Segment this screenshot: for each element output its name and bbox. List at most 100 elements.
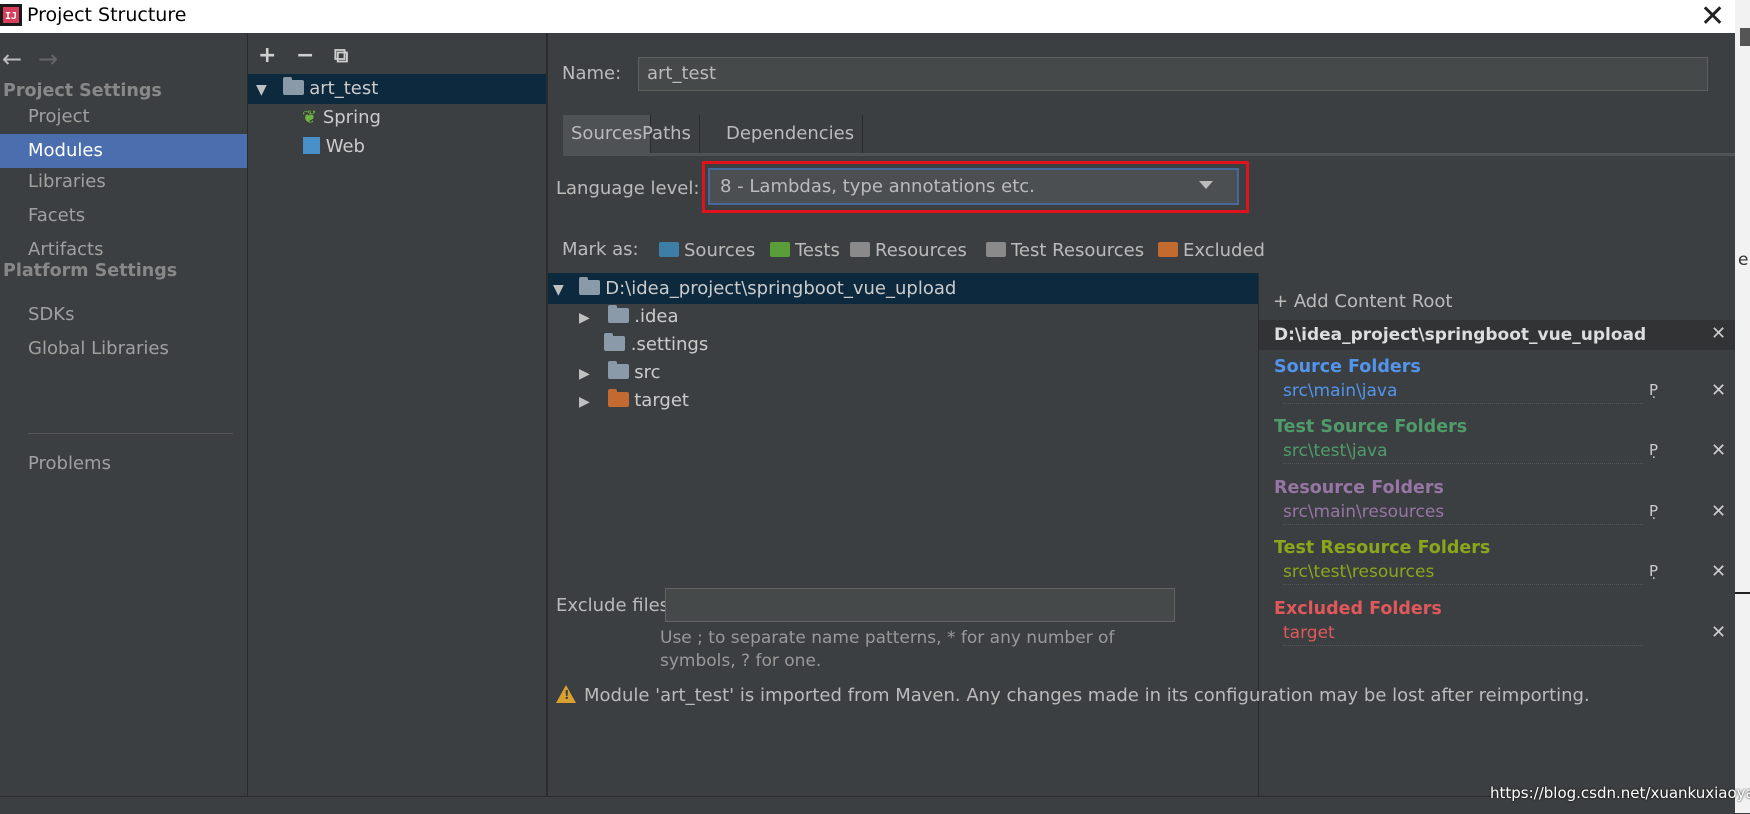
test-resource-folders-title: Test Resource Folders	[1274, 538, 1491, 558]
mark-excluded-button[interactable]: Excluded	[1158, 240, 1265, 261]
facet-name: Web	[325, 136, 365, 157]
excluded-folder-icon	[1158, 242, 1178, 257]
watermark: https://blog.csdn.net/xuankuxiaoyao	[1490, 784, 1750, 802]
sidebar-item-global-libraries[interactable]: Global Libraries	[0, 332, 247, 366]
mark-label: Sources	[684, 240, 756, 261]
content-root-header: D:\idea_project\springboot_vue_upload	[1259, 320, 1735, 350]
close-icon[interactable]: ✕	[1711, 561, 1726, 582]
expand-right-icon[interactable]: ▶	[579, 387, 590, 418]
test-resources-folder-icon	[986, 242, 1006, 257]
folder-name: D:\idea_project\springboot_vue_upload	[605, 278, 957, 299]
add-content-root-button[interactable]: + Add Content Root	[1273, 291, 1452, 312]
warning-text: Module 'art_test' is imported from Maven…	[584, 685, 1590, 706]
name-label: Name:	[562, 63, 622, 84]
close-icon[interactable]: ✕	[1711, 440, 1726, 461]
tree-item-web[interactable]: Web	[248, 132, 546, 162]
source-folders-title: Source Folders	[1274, 357, 1421, 377]
properties-icon[interactable]: P̣	[1649, 502, 1658, 520]
mark-resources-button[interactable]: Resources	[850, 240, 967, 261]
mark-tests-button[interactable]: Tests	[770, 240, 840, 261]
close-icon[interactable]: ✕	[1711, 501, 1726, 522]
sidebar-item-facets[interactable]: Facets	[0, 199, 247, 233]
back-arrow-icon[interactable]: ←	[2, 45, 22, 73]
sources-folder-icon	[659, 242, 679, 257]
settings-sidebar: ← → Project Settings Project Modules Lib…	[0, 33, 247, 796]
sidebar-item-project[interactable]: Project	[0, 100, 247, 134]
add-icon[interactable]: +	[258, 43, 276, 68]
tree-row-target[interactable]: ▶ target	[548, 385, 1258, 416]
excluded-folder-path[interactable]: target	[1283, 623, 1643, 646]
tab-paths[interactable]: Paths	[634, 115, 700, 153]
sidebar-item-sdks[interactable]: SDKs	[0, 298, 247, 332]
mark-label: Test Resources	[1011, 240, 1145, 261]
expand-down-icon[interactable]: ▼	[256, 75, 267, 105]
mark-test-resources-button[interactable]: Test Resources	[986, 240, 1144, 261]
intellij-app-icon: IJ	[0, 4, 22, 26]
test-resource-folder-path[interactable]: src\test\resources	[1283, 562, 1643, 585]
exclude-files-label: Exclude files:	[556, 595, 676, 616]
remove-root-close-icon[interactable]: ✕	[1711, 323, 1726, 344]
language-level-label: Language level:	[556, 178, 700, 199]
folder-icon	[607, 361, 629, 379]
remove-icon[interactable]: −	[296, 43, 314, 68]
folder-name: .settings	[630, 334, 709, 355]
properties-icon[interactable]: P̣	[1649, 381, 1658, 399]
title-bar: IJ Project Structure ✕	[0, 0, 1735, 34]
window-title: Project Structure	[27, 4, 187, 26]
mark-label: Tests	[795, 240, 840, 261]
sidebar-item-modules[interactable]: Modules	[0, 134, 247, 168]
project-settings-heading: Project Settings	[3, 81, 162, 101]
exclude-hint: Use ; to separate name patterns, * for a…	[660, 628, 1115, 671]
folder-icon	[578, 277, 600, 295]
tree-row-root[interactable]: ▼ D:\idea_project\springboot_vue_upload	[548, 273, 1258, 304]
close-icon[interactable]: ✕	[1711, 622, 1726, 643]
platform-settings-heading: Platform Settings	[3, 261, 178, 281]
mark-as-label: Mark as:	[562, 239, 639, 260]
close-icon[interactable]: ✕	[1700, 0, 1725, 34]
name-input[interactable]: art_test	[638, 57, 1708, 91]
folder-name: target	[634, 390, 689, 411]
facet-name: Spring	[322, 107, 381, 128]
source-folder-path[interactable]: src\main\java	[1283, 381, 1643, 404]
module-tree-panel: + − ⧉ ▼ art_test ❦ Spring Web	[248, 33, 546, 796]
sidebar-divider	[28, 433, 233, 434]
mark-sources-button[interactable]: Sources	[659, 240, 755, 261]
folder-name: .idea	[634, 306, 679, 327]
resource-folder-path[interactable]: src\main\resources	[1283, 502, 1643, 525]
bottom-bar	[0, 796, 1735, 814]
web-icon	[303, 137, 320, 154]
properties-icon[interactable]: P̣	[1649, 562, 1658, 580]
tree-item-art-test[interactable]: ▼ art_test	[248, 74, 546, 104]
exclude-files-input[interactable]	[665, 588, 1175, 622]
folder-name: src	[634, 362, 661, 383]
close-icon[interactable]: ✕	[1711, 380, 1726, 401]
tree-row-settings[interactable]: .settings	[548, 329, 1258, 360]
plus-icon: +	[1273, 291, 1294, 312]
tree-item-spring[interactable]: ❦ Spring	[248, 103, 546, 133]
background-window-strip: e	[1735, 0, 1750, 813]
content-root-path: D:\idea_project\springboot_vue_upload	[1274, 325, 1647, 345]
excluded-folder-icon	[607, 389, 629, 407]
tab-dependencies[interactable]: Dependencies	[718, 115, 864, 153]
mark-label: Excluded	[1183, 240, 1265, 261]
mark-label: Resources	[875, 240, 967, 261]
maven-warning: ! Module 'art_test' is imported from Mave…	[556, 685, 1590, 706]
test-source-folder-path[interactable]: src\test\java	[1283, 441, 1643, 464]
copy-icon[interactable]: ⧉	[334, 43, 348, 67]
tab-underline	[563, 153, 1735, 156]
forward-arrow-icon[interactable]: →	[38, 45, 58, 73]
tree-row-src[interactable]: ▶ src	[548, 357, 1258, 388]
tree-row-idea[interactable]: ▶ .idea	[548, 301, 1258, 332]
sidebar-item-libraries[interactable]: Libraries	[0, 165, 247, 199]
chevron-down-icon[interactable]	[1199, 181, 1213, 189]
tests-folder-icon	[770, 242, 790, 257]
excluded-folders-title: Excluded Folders	[1274, 599, 1442, 619]
resources-folder-icon	[850, 242, 870, 257]
folder-tree: ▼ D:\idea_project\springboot_vue_upload …	[548, 273, 1258, 603]
language-level-select[interactable]: 8 - Lambdas, type annotations etc.	[708, 168, 1239, 205]
folder-icon	[607, 305, 629, 323]
content-roots-panel: + Add Content Root D:\idea_project\sprin…	[1259, 273, 1735, 796]
properties-icon[interactable]: P̣	[1649, 441, 1658, 459]
sidebar-item-problems[interactable]: Problems	[0, 447, 247, 481]
folder-icon	[604, 333, 625, 351]
